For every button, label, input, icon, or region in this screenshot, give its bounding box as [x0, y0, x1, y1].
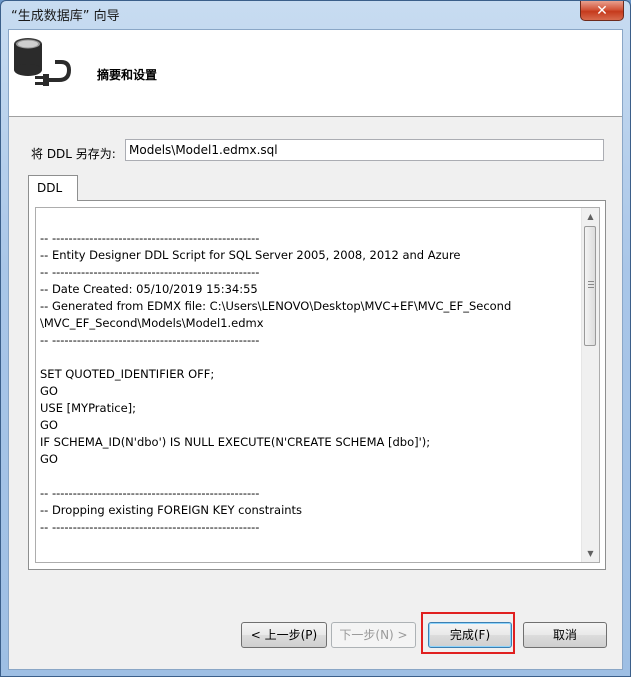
window-title: “生成数据库” 向导 [11, 9, 120, 24]
database-plug-icon [14, 38, 72, 86]
scrollbar-thumb[interactable] [584, 226, 596, 346]
next-button[interactable]: 下一步(N) > [331, 622, 416, 648]
close-button[interactable]: ✕ [580, 1, 624, 21]
cancel-button[interactable]: 取消 [523, 622, 607, 648]
tab-ddl[interactable]: DDL [28, 175, 78, 201]
finish-button[interactable]: 完成(F) [428, 622, 512, 648]
title-bar[interactable]: “生成数据库” 向导 ✕ [1, 1, 630, 29]
ddl-tab-panel: -- -------------------------------------… [28, 200, 606, 570]
vertical-scrollbar[interactable]: ▲ ▼ [581, 208, 599, 562]
scroll-down-arrow-icon[interactable]: ▼ [582, 545, 599, 562]
previous-button[interactable]: < 上一步(P) [241, 622, 327, 648]
ddl-script-text: -- -------------------------------------… [40, 231, 512, 534]
wizard-header: 摘要和设置 [9, 30, 622, 117]
save-as-input[interactable] [125, 139, 604, 161]
close-icon: ✕ [596, 2, 608, 19]
wizard-client-area: 摘要和设置 将 DDL 另存为: DDL -- ----------------… [8, 29, 623, 670]
save-as-label: 将 DDL 另存为: [31, 147, 116, 161]
wizard-window: “生成数据库” 向导 ✕ 摘要和设置 将 DDL 另存为: DDL [0, 0, 631, 677]
page-title: 摘要和设置 [97, 68, 158, 82]
scroll-up-arrow-icon[interactable]: ▲ [582, 208, 599, 225]
ddl-script-textarea[interactable]: -- -------------------------------------… [35, 207, 600, 563]
